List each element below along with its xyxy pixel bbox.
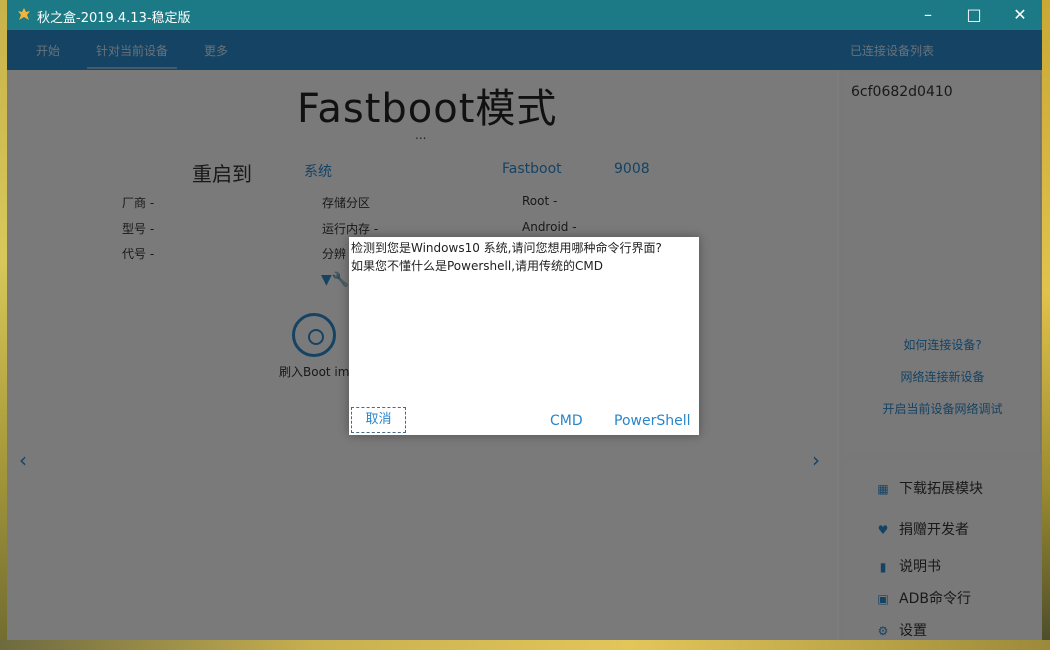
close-button[interactable]: ✕ [997,0,1043,30]
shell-choice-dialog: 检测到您是Windows10 系统,请问您想用哪种命令行界面? 如果您不懂什么是… [349,237,699,435]
desktop-background-left [0,0,7,650]
cancel-button[interactable]: 取消 [351,407,406,433]
desktop-background-right [1042,0,1050,650]
minimize-button[interactable]: – [905,0,951,30]
app-logo-icon [18,8,30,20]
powershell-button[interactable]: PowerShell [614,413,690,429]
app-window: 秋之盒-2019.4.13-稳定版 – □ ✕ 开始 针对当前设备 更多 已连接… [7,0,1042,640]
dialog-message-line2: 如果您不懂什么是Powershell,请用传统的CMD [351,259,603,273]
desktop-background-bottom [0,640,1050,650]
cmd-button[interactable]: CMD [550,413,583,429]
maximize-button[interactable]: □ [951,0,997,30]
window-title: 秋之盒-2019.4.13-稳定版 [37,11,191,26]
title-bar: 秋之盒-2019.4.13-稳定版 – □ ✕ [7,0,1042,30]
dialog-message-line1: 检测到您是Windows10 系统,请问您想用哪种命令行界面? [351,241,662,255]
